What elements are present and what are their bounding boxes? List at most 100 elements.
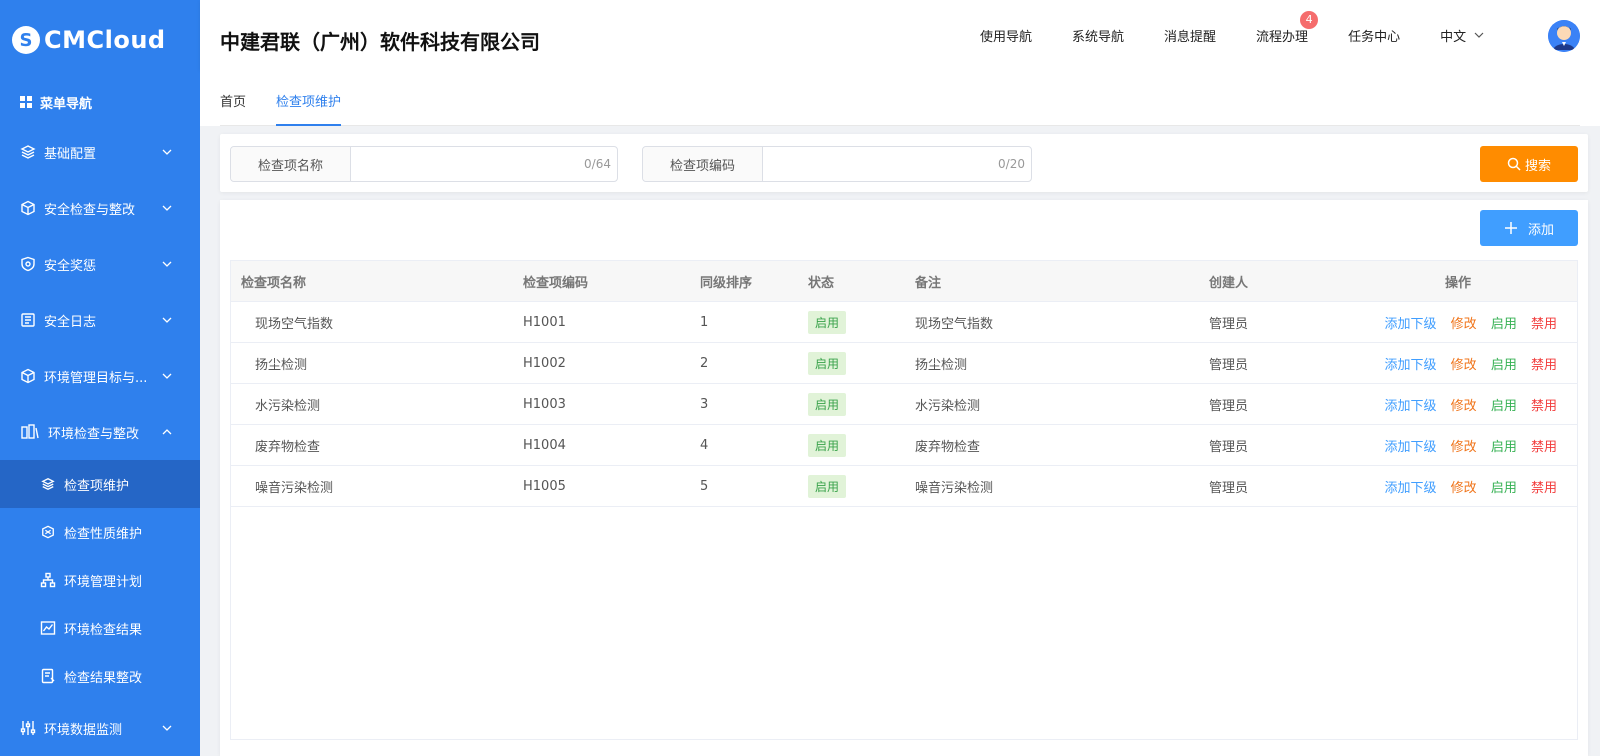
sidebar-subitem-check-item[interactable]: 检查项维护 bbox=[0, 460, 200, 508]
nav-usage-guide[interactable]: 使用导航 bbox=[980, 26, 1032, 45]
chevron-down-icon bbox=[162, 723, 172, 733]
cell-order: 5 bbox=[700, 478, 709, 494]
cell-code: H1001 bbox=[523, 314, 566, 330]
logo-icon: S bbox=[12, 26, 40, 54]
enable-link[interactable]: 启用 bbox=[1491, 358, 1517, 373]
cell-order: 2 bbox=[700, 355, 709, 371]
sidebar-item-safety-inspection[interactable]: 安全检查与整改 bbox=[0, 180, 200, 236]
sidebar-item-env-target[interactable]: 环境管理目标与... bbox=[0, 348, 200, 404]
disable-link[interactable]: 禁用 bbox=[1531, 399, 1557, 414]
nav-workflow[interactable]: 流程办理 4 bbox=[1256, 10, 1319, 45]
tab-check-item[interactable]: 检查项维护 bbox=[276, 69, 342, 126]
code-field-label: 检查项编码 bbox=[643, 147, 763, 181]
add-child-link[interactable]: 添加下级 bbox=[1385, 399, 1437, 414]
chevron-down-icon bbox=[162, 315, 172, 325]
table-panel: 添加 检查项名称 检查项编码 同级排序 状态 备注 创建人 操作 现场空气指数 … bbox=[220, 200, 1588, 756]
chevron-up-icon bbox=[162, 427, 172, 437]
search-panel: 检查项名称 0/64 检查项编码 0/20 搜索 bbox=[220, 134, 1588, 192]
submenu-env-inspection: 检查项维护 检查性质维护 环境管理计划 环境检查结果 检查结果整改 bbox=[0, 460, 200, 700]
org-chart-icon bbox=[40, 572, 56, 588]
inspect-icon bbox=[20, 424, 40, 440]
edit-link[interactable]: 修改 bbox=[1451, 358, 1477, 373]
add-child-link[interactable]: 添加下级 bbox=[1385, 358, 1437, 373]
sidebar-item-env-inspection[interactable]: 环境检查与整改 bbox=[0, 404, 200, 460]
document-edit-icon bbox=[40, 668, 56, 684]
language-select[interactable]: 中文 bbox=[1440, 26, 1484, 45]
cube-icon bbox=[20, 200, 36, 216]
code-char-counter: 0/20 bbox=[998, 157, 1025, 171]
sidebar-item-label: 环境管理目标与... bbox=[44, 370, 148, 386]
nav-task-center[interactable]: 任务中心 bbox=[1348, 26, 1400, 45]
status-badge: 启用 bbox=[808, 392, 847, 416]
disable-link[interactable]: 禁用 bbox=[1531, 358, 1557, 373]
table-header: 检查项名称 检查项编码 同级排序 状态 备注 创建人 操作 bbox=[231, 261, 1577, 302]
nav-system-guide[interactable]: 系统导航 bbox=[1072, 26, 1124, 45]
col-header-name: 检查项名称 bbox=[241, 275, 307, 291]
edit-link[interactable]: 修改 bbox=[1451, 481, 1477, 496]
sidebar-item-basic-config[interactable]: 基础配置 bbox=[0, 124, 200, 180]
status-badge: 启用 bbox=[808, 433, 847, 457]
add-child-link[interactable]: 添加下级 bbox=[1385, 317, 1437, 332]
grid-icon bbox=[20, 96, 32, 108]
edit-link[interactable]: 修改 bbox=[1451, 399, 1477, 414]
sidebar-subitem-label: 检查性质维护 bbox=[64, 526, 143, 542]
cell-code: H1004 bbox=[523, 437, 566, 453]
disable-link[interactable]: 禁用 bbox=[1531, 481, 1557, 496]
menu-head[interactable]: 菜单导航 bbox=[0, 80, 200, 124]
cell-name: 噪音污染检测 bbox=[255, 480, 334, 496]
name-search-input[interactable] bbox=[351, 147, 617, 181]
status-badge: 启用 bbox=[808, 351, 847, 375]
search-button[interactable]: 搜索 bbox=[1480, 146, 1578, 182]
sidebar-subitem-check-nature[interactable]: 检查性质维护 bbox=[0, 508, 200, 556]
status-badge: 启用 bbox=[808, 474, 847, 498]
sidebar-item-safety-reward[interactable]: 安全奖惩 bbox=[0, 236, 200, 292]
disable-link[interactable]: 禁用 bbox=[1531, 317, 1557, 332]
sidebar-subitem-result-rectify[interactable]: 检查结果整改 bbox=[0, 652, 200, 700]
name-char-counter: 0/64 bbox=[584, 157, 611, 171]
enable-link[interactable]: 启用 bbox=[1491, 317, 1517, 332]
sidebar-item-label: 环境检查与整改 bbox=[48, 426, 140, 442]
layers-icon bbox=[40, 476, 56, 492]
enable-link[interactable]: 启用 bbox=[1491, 440, 1517, 455]
company-name: 中建君联（广州）软件科技有限公司 bbox=[220, 30, 540, 54]
cell-remark: 水污染检测 bbox=[915, 398, 981, 414]
hexagon-icon bbox=[40, 524, 56, 540]
tabs-area: 首页 检查项维护 bbox=[200, 70, 1600, 126]
enable-link[interactable]: 启用 bbox=[1491, 399, 1517, 414]
sliders-icon bbox=[20, 720, 36, 736]
col-header-creator: 创建人 bbox=[1209, 275, 1249, 291]
col-header-code: 检查项编码 bbox=[523, 275, 589, 291]
nav-messages[interactable]: 消息提醒 bbox=[1164, 26, 1216, 45]
table-row: 废弃物检查 H1004 4 启用 废弃物检查 管理员 添加下级 修改 启用 禁用 bbox=[231, 425, 1577, 466]
col-header-remark: 备注 bbox=[915, 275, 942, 291]
logo[interactable]: S CMCloud bbox=[0, 0, 200, 80]
sidebar-item-label: 安全检查与整改 bbox=[44, 202, 136, 218]
top-nav: 使用导航 系统导航 消息提醒 流程办理 4 任务中心 中文 bbox=[980, 0, 1484, 70]
sidebar-subitem-env-plan[interactable]: 环境管理计划 bbox=[0, 556, 200, 604]
table-row: 现场空气指数 H1001 1 启用 现场空气指数 管理员 添加下级 修改 启用 … bbox=[231, 302, 1577, 343]
avatar[interactable] bbox=[1548, 20, 1580, 52]
code-search-input[interactable] bbox=[763, 147, 1031, 181]
chevron-down-icon bbox=[1474, 30, 1484, 40]
language-label: 中文 bbox=[1440, 29, 1467, 45]
add-child-link[interactable]: 添加下级 bbox=[1385, 481, 1437, 496]
add-button-label: 添加 bbox=[1527, 222, 1554, 238]
edit-link[interactable]: 修改 bbox=[1451, 440, 1477, 455]
edit-link[interactable]: 修改 bbox=[1451, 317, 1477, 332]
sidebar-item-label: 环境数据监测 bbox=[44, 722, 123, 738]
sidebar-item-safety-log[interactable]: 安全日志 bbox=[0, 292, 200, 348]
sidebar-subitem-env-result[interactable]: 环境检查结果 bbox=[0, 604, 200, 652]
cell-code: H1003 bbox=[523, 396, 566, 412]
cell-creator: 管理员 bbox=[1209, 357, 1249, 373]
add-child-link[interactable]: 添加下级 bbox=[1385, 440, 1437, 455]
cell-order: 3 bbox=[700, 396, 709, 412]
tab-home[interactable]: 首页 bbox=[220, 69, 246, 125]
code-search-field: 检查项编码 0/20 bbox=[642, 146, 1032, 182]
menu-head-label: 菜单导航 bbox=[40, 96, 93, 112]
sidebar-item-env-data[interactable]: 环境数据监测 bbox=[0, 700, 200, 756]
disable-link[interactable]: 禁用 bbox=[1531, 440, 1557, 455]
enable-link[interactable]: 启用 bbox=[1491, 481, 1517, 496]
sidebar-subitem-label: 检查结果整改 bbox=[64, 670, 143, 686]
add-button[interactable]: 添加 bbox=[1480, 210, 1578, 246]
table-row: 水污染检测 H1003 3 启用 水污染检测 管理员 添加下级 修改 启用 禁用 bbox=[231, 384, 1577, 425]
